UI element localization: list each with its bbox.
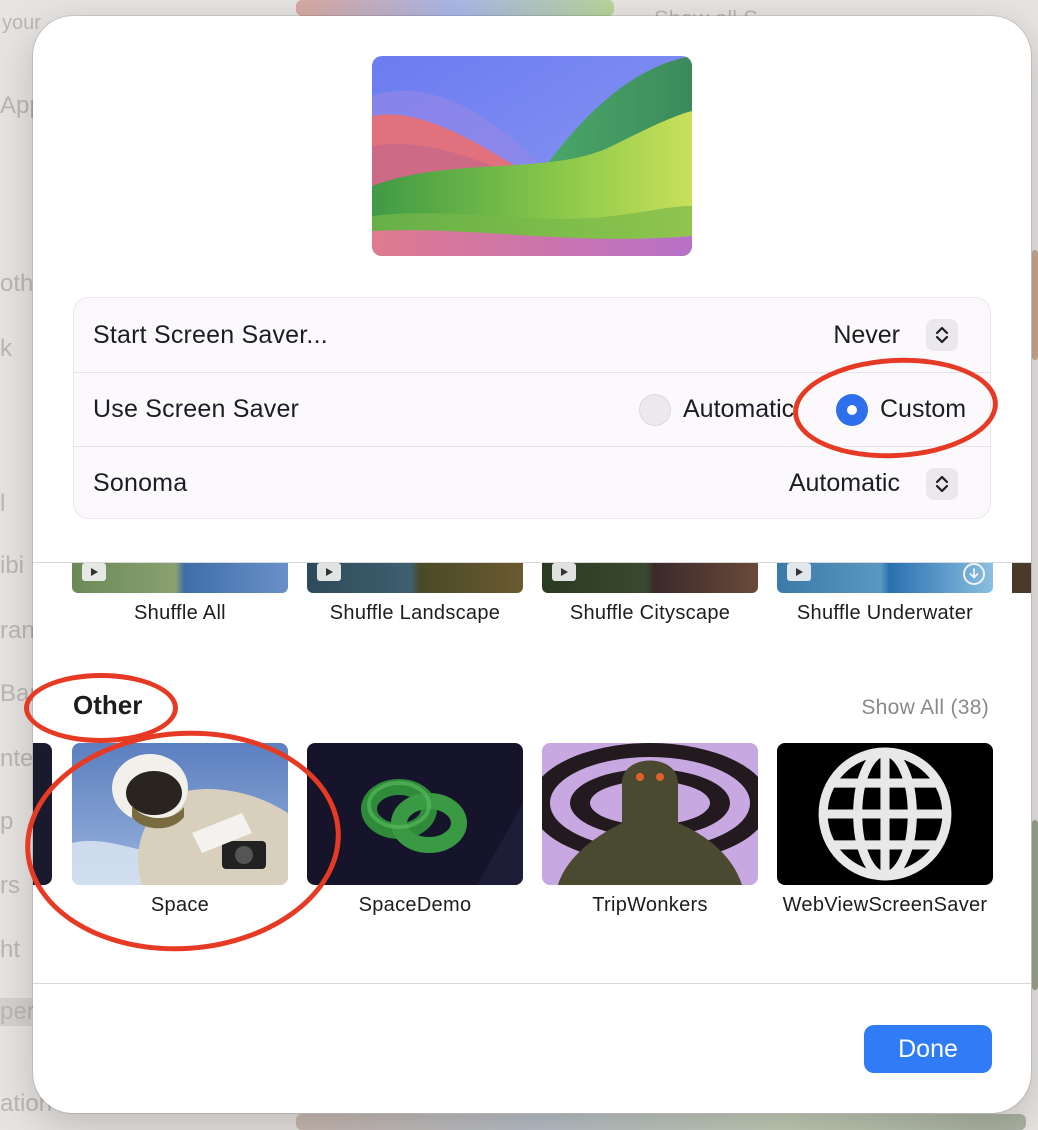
bg-text: per	[0, 998, 35, 1026]
shuffle-landscape-thumbnail[interactable]	[307, 563, 523, 593]
shuffle-all-thumbnail[interactable]	[72, 563, 288, 593]
bg-text: ran	[0, 617, 35, 644]
bg-text: k	[0, 335, 12, 362]
bg-text: ht	[0, 936, 21, 963]
start-screen-saver-label: Start Screen Saver...	[93, 320, 328, 349]
globe-icon	[818, 747, 952, 881]
spacedemo-label: SpaceDemo	[358, 894, 472, 916]
next-thumbnail-edge	[1012, 563, 1031, 593]
shuffle-cityscape-thumbnail[interactable]	[542, 563, 758, 593]
show-all-link[interactable]: Show All (38)	[861, 696, 989, 720]
play-icon	[82, 563, 106, 581]
bg-text: your	[2, 12, 41, 34]
play-icon	[317, 563, 341, 581]
sonoma-wallpaper-preview	[372, 56, 692, 256]
green-rings-thumbnail	[307, 743, 523, 885]
bg-text: nte	[0, 745, 34, 772]
bg-thumbnail	[1032, 820, 1038, 990]
trippy-figure-thumbnail	[542, 743, 758, 885]
radio-automatic[interactable]: Automatic	[639, 393, 795, 426]
shuffle-underwater-thumbnail[interactable]	[777, 563, 993, 593]
shuffle-all-label: Shuffle All	[134, 602, 226, 624]
bg-thumbnail	[1032, 250, 1038, 360]
radio-off-icon	[639, 393, 671, 426]
bg-text: ibi	[0, 552, 25, 579]
tripwonkers-label: TripWonkers	[592, 894, 708, 916]
start-screen-saver-value: Never	[833, 320, 900, 349]
spacedemo-thumbnail[interactable]	[307, 743, 523, 885]
wallpaper-preview	[372, 56, 692, 256]
shuffle-underwater-label: Shuffle Underwater	[796, 602, 974, 624]
bg-thumbnail	[296, 0, 614, 16]
chevron-up-down-icon	[926, 467, 958, 500]
use-screen-saver-label: Use Screen Saver	[93, 395, 300, 423]
shuffle-landscape-label: Shuffle Landscape	[329, 602, 501, 624]
screen-saver-row: Sonoma Automatic	[74, 446, 990, 520]
footer-divider	[33, 983, 1031, 984]
bg-thumbnail	[296, 1114, 1026, 1130]
done-button[interactable]: Done	[864, 1025, 992, 1073]
bg-text: l	[0, 490, 6, 517]
start-screen-saver-row: Start Screen Saver... Never	[74, 298, 990, 372]
radio-automatic-label: Automatic	[683, 395, 795, 423]
tripwonkers-thumbnail[interactable]	[542, 743, 758, 885]
bg-text: oth	[0, 270, 34, 297]
start-screen-saver-popup[interactable]: Never	[833, 319, 958, 351]
play-icon	[787, 563, 811, 581]
screen-saver-label: Sonoma	[93, 469, 188, 497]
bg-text: rs	[0, 872, 20, 899]
play-icon	[552, 563, 576, 581]
webviewscreensaver-label: WebViewScreenSaver	[782, 894, 988, 916]
chevron-up-down-icon	[926, 319, 958, 351]
screen-saver-mode-popup[interactable]: Automatic	[788, 467, 958, 500]
download-icon[interactable]	[963, 563, 985, 585]
shuffle-cityscape-label: Shuffle Cityscape	[569, 602, 731, 624]
webviewscreensaver-thumbnail[interactable]	[777, 743, 993, 885]
bg-text: p	[0, 808, 14, 835]
screen-saver-mode-value: Automatic	[788, 469, 900, 497]
